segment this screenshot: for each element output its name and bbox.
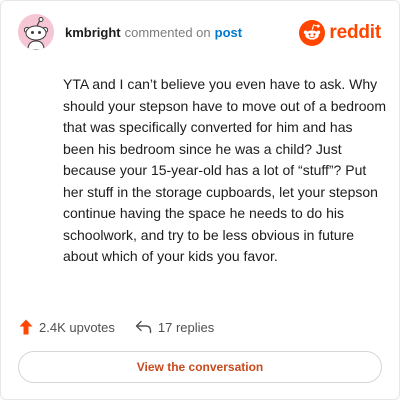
post-link[interactable]: post: [215, 25, 242, 40]
replies-button[interactable]: 17 replies: [135, 320, 214, 335]
upvote-arrow-icon: [19, 319, 33, 335]
view-conversation-button[interactable]: View the conversation: [18, 351, 382, 383]
action-text: commented on: [124, 25, 211, 40]
comment-header: kmbright commented on post: [65, 25, 242, 40]
comment-card: kmbright commented on post reddit YTA and …: [0, 0, 400, 400]
upvote-count: 2.4K upvotes: [39, 319, 115, 335]
snoo-avatar-icon: [18, 14, 54, 50]
avatar[interactable]: [18, 14, 54, 50]
upvote-button[interactable]: 2.4K upvotes: [19, 319, 115, 335]
reply-arrow-icon: [135, 320, 152, 334]
comment-actions: 2.4K upvotes 17 replies: [19, 319, 214, 335]
comment-body: YTA and I can’t believe you even have to…: [63, 76, 386, 264]
reddit-logo[interactable]: reddit: [299, 20, 381, 46]
reply-count: 17 replies: [157, 319, 215, 335]
reddit-wordmark: reddit: [329, 22, 381, 43]
reddit-snoo-icon: [299, 20, 326, 46]
username[interactable]: kmbright: [65, 25, 121, 40]
